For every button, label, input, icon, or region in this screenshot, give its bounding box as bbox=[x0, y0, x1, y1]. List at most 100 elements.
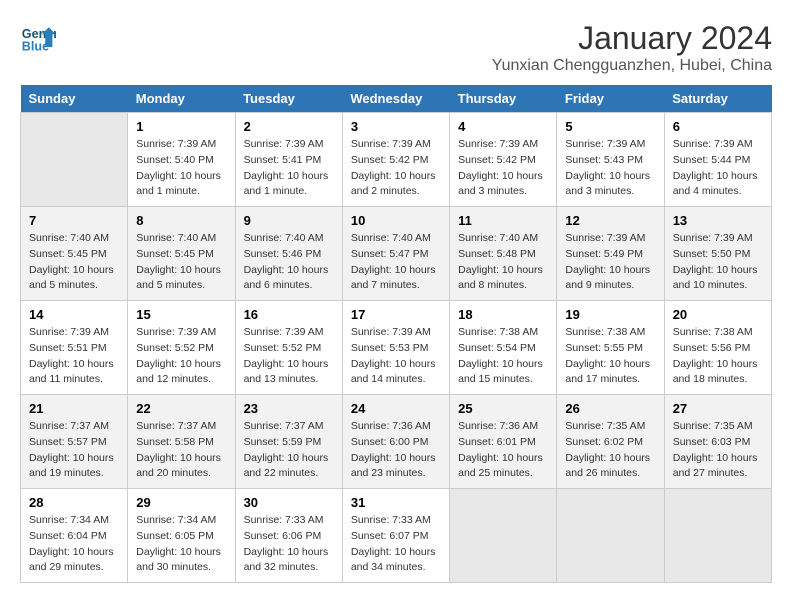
day-number: 20 bbox=[673, 307, 763, 322]
day-info: Sunrise: 7:39 AM Sunset: 5:49 PM Dayligh… bbox=[565, 231, 655, 294]
calendar-cell: 11 Sunrise: 7:40 AM Sunset: 5:48 PM Dayl… bbox=[450, 207, 557, 301]
sunrise-label: Sunrise: 7:35 AM bbox=[565, 420, 645, 432]
sunset-label: Sunset: 5:50 PM bbox=[673, 248, 751, 260]
header-thursday: Thursday bbox=[450, 85, 557, 113]
calendar-cell: 22 Sunrise: 7:37 AM Sunset: 5:58 PM Dayl… bbox=[128, 395, 235, 489]
day-number: 13 bbox=[673, 213, 763, 228]
calendar-cell: 26 Sunrise: 7:35 AM Sunset: 6:02 PM Dayl… bbox=[557, 395, 664, 489]
daylight-label: Daylight: 10 hours and 6 minutes. bbox=[244, 264, 329, 292]
daylight-label: Daylight: 10 hours and 22 minutes. bbox=[244, 452, 329, 480]
calendar-cell bbox=[450, 489, 557, 583]
calendar-cell: 16 Sunrise: 7:39 AM Sunset: 5:52 PM Dayl… bbox=[235, 301, 342, 395]
page-subtitle: Yunxian Chengguanzhen, Hubei, China bbox=[492, 57, 772, 75]
day-number: 21 bbox=[29, 401, 119, 416]
daylight-label: Daylight: 10 hours and 11 minutes. bbox=[29, 358, 114, 386]
day-info: Sunrise: 7:37 AM Sunset: 5:59 PM Dayligh… bbox=[244, 419, 334, 482]
day-info: Sunrise: 7:39 AM Sunset: 5:50 PM Dayligh… bbox=[673, 231, 763, 294]
day-info: Sunrise: 7:40 AM Sunset: 5:45 PM Dayligh… bbox=[29, 231, 119, 294]
day-info: Sunrise: 7:38 AM Sunset: 5:55 PM Dayligh… bbox=[565, 325, 655, 388]
sunrise-label: Sunrise: 7:33 AM bbox=[351, 514, 431, 526]
day-info: Sunrise: 7:39 AM Sunset: 5:42 PM Dayligh… bbox=[458, 137, 548, 200]
day-number: 3 bbox=[351, 119, 441, 134]
day-number: 8 bbox=[136, 213, 226, 228]
day-info: Sunrise: 7:40 AM Sunset: 5:45 PM Dayligh… bbox=[136, 231, 226, 294]
week-row-1: 1 Sunrise: 7:39 AM Sunset: 5:40 PM Dayli… bbox=[21, 113, 772, 207]
daylight-label: Daylight: 10 hours and 19 minutes. bbox=[29, 452, 114, 480]
day-number: 6 bbox=[673, 119, 763, 134]
sunset-label: Sunset: 5:41 PM bbox=[244, 154, 322, 166]
day-info: Sunrise: 7:36 AM Sunset: 6:01 PM Dayligh… bbox=[458, 419, 548, 482]
calendar-cell: 21 Sunrise: 7:37 AM Sunset: 5:57 PM Dayl… bbox=[21, 395, 128, 489]
sunrise-label: Sunrise: 7:37 AM bbox=[244, 420, 324, 432]
sunset-label: Sunset: 6:00 PM bbox=[351, 436, 429, 448]
sunrise-label: Sunrise: 7:36 AM bbox=[351, 420, 431, 432]
sunset-label: Sunset: 5:45 PM bbox=[29, 248, 107, 260]
sunset-label: Sunset: 5:43 PM bbox=[565, 154, 643, 166]
calendar-cell: 14 Sunrise: 7:39 AM Sunset: 5:51 PM Dayl… bbox=[21, 301, 128, 395]
day-number: 12 bbox=[565, 213, 655, 228]
sunrise-label: Sunrise: 7:35 AM bbox=[673, 420, 753, 432]
header-saturday: Saturday bbox=[664, 85, 771, 113]
sunrise-label: Sunrise: 7:39 AM bbox=[136, 326, 216, 338]
day-info: Sunrise: 7:35 AM Sunset: 6:03 PM Dayligh… bbox=[673, 419, 763, 482]
daylight-label: Daylight: 10 hours and 1 minute. bbox=[136, 170, 221, 198]
day-number: 1 bbox=[136, 119, 226, 134]
daylight-label: Daylight: 10 hours and 10 minutes. bbox=[673, 264, 758, 292]
day-number: 30 bbox=[244, 495, 334, 510]
sunrise-label: Sunrise: 7:39 AM bbox=[565, 138, 645, 150]
calendar-cell: 20 Sunrise: 7:38 AM Sunset: 5:56 PM Dayl… bbox=[664, 301, 771, 395]
day-info: Sunrise: 7:39 AM Sunset: 5:40 PM Dayligh… bbox=[136, 137, 226, 200]
day-number: 2 bbox=[244, 119, 334, 134]
daylight-label: Daylight: 10 hours and 25 minutes. bbox=[458, 452, 543, 480]
sunset-label: Sunset: 5:52 PM bbox=[136, 342, 214, 354]
day-info: Sunrise: 7:39 AM Sunset: 5:41 PM Dayligh… bbox=[244, 137, 334, 200]
day-info: Sunrise: 7:39 AM Sunset: 5:51 PM Dayligh… bbox=[29, 325, 119, 388]
calendar-cell: 23 Sunrise: 7:37 AM Sunset: 5:59 PM Dayl… bbox=[235, 395, 342, 489]
day-number: 26 bbox=[565, 401, 655, 416]
sunset-label: Sunset: 6:03 PM bbox=[673, 436, 751, 448]
calendar-cell: 31 Sunrise: 7:33 AM Sunset: 6:07 PM Dayl… bbox=[342, 489, 449, 583]
calendar-cell: 28 Sunrise: 7:34 AM Sunset: 6:04 PM Dayl… bbox=[21, 489, 128, 583]
day-number: 9 bbox=[244, 213, 334, 228]
calendar-cell: 5 Sunrise: 7:39 AM Sunset: 5:43 PM Dayli… bbox=[557, 113, 664, 207]
sunrise-label: Sunrise: 7:39 AM bbox=[351, 326, 431, 338]
daylight-label: Daylight: 10 hours and 12 minutes. bbox=[136, 358, 221, 386]
sunrise-label: Sunrise: 7:40 AM bbox=[29, 232, 109, 244]
sunrise-label: Sunrise: 7:40 AM bbox=[351, 232, 431, 244]
calendar-cell: 1 Sunrise: 7:39 AM Sunset: 5:40 PM Dayli… bbox=[128, 113, 235, 207]
sunset-label: Sunset: 5:46 PM bbox=[244, 248, 322, 260]
day-info: Sunrise: 7:37 AM Sunset: 5:57 PM Dayligh… bbox=[29, 419, 119, 482]
day-number: 28 bbox=[29, 495, 119, 510]
sunset-label: Sunset: 5:42 PM bbox=[351, 154, 429, 166]
calendar-cell bbox=[664, 489, 771, 583]
day-info: Sunrise: 7:39 AM Sunset: 5:52 PM Dayligh… bbox=[136, 325, 226, 388]
calendar-cell: 7 Sunrise: 7:40 AM Sunset: 5:45 PM Dayli… bbox=[21, 207, 128, 301]
sunset-label: Sunset: 6:01 PM bbox=[458, 436, 536, 448]
header-monday: Monday bbox=[128, 85, 235, 113]
daylight-label: Daylight: 10 hours and 2 minutes. bbox=[351, 170, 436, 198]
day-number: 27 bbox=[673, 401, 763, 416]
sunset-label: Sunset: 5:44 PM bbox=[673, 154, 751, 166]
sunset-label: Sunset: 5:48 PM bbox=[458, 248, 536, 260]
week-row-5: 28 Sunrise: 7:34 AM Sunset: 6:04 PM Dayl… bbox=[21, 489, 772, 583]
day-number: 14 bbox=[29, 307, 119, 322]
sunrise-label: Sunrise: 7:33 AM bbox=[244, 514, 324, 526]
header-row: SundayMondayTuesdayWednesdayThursdayFrid… bbox=[21, 85, 772, 113]
calendar-cell: 12 Sunrise: 7:39 AM Sunset: 5:49 PM Dayl… bbox=[557, 207, 664, 301]
day-info: Sunrise: 7:39 AM Sunset: 5:43 PM Dayligh… bbox=[565, 137, 655, 200]
calendar-cell: 29 Sunrise: 7:34 AM Sunset: 6:05 PM Dayl… bbox=[128, 489, 235, 583]
sunrise-label: Sunrise: 7:34 AM bbox=[29, 514, 109, 526]
sunset-label: Sunset: 5:56 PM bbox=[673, 342, 751, 354]
sunset-label: Sunset: 6:04 PM bbox=[29, 530, 107, 542]
day-number: 15 bbox=[136, 307, 226, 322]
day-info: Sunrise: 7:40 AM Sunset: 5:47 PM Dayligh… bbox=[351, 231, 441, 294]
sunrise-label: Sunrise: 7:39 AM bbox=[244, 326, 324, 338]
day-info: Sunrise: 7:33 AM Sunset: 6:06 PM Dayligh… bbox=[244, 513, 334, 576]
sunset-label: Sunset: 6:02 PM bbox=[565, 436, 643, 448]
daylight-label: Daylight: 10 hours and 15 minutes. bbox=[458, 358, 543, 386]
day-info: Sunrise: 7:39 AM Sunset: 5:53 PM Dayligh… bbox=[351, 325, 441, 388]
day-number: 29 bbox=[136, 495, 226, 510]
sunset-label: Sunset: 5:49 PM bbox=[565, 248, 643, 260]
sunrise-label: Sunrise: 7:39 AM bbox=[136, 138, 216, 150]
daylight-label: Daylight: 10 hours and 27 minutes. bbox=[673, 452, 758, 480]
